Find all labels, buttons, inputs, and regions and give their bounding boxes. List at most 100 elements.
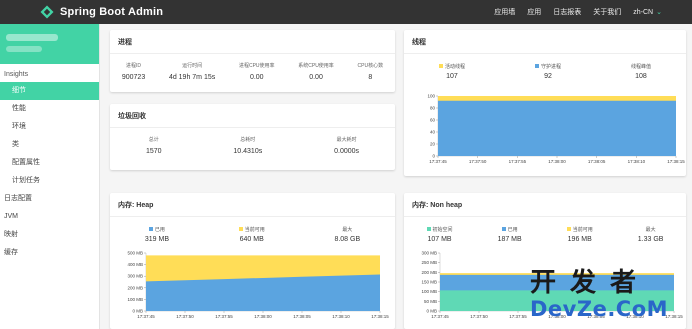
- legend-swatch: [426, 227, 431, 231]
- legend-live-threads: 活动线程 107: [438, 62, 465, 80]
- stat-label: 总计: [148, 137, 159, 143]
- blurred-app-id: [6, 46, 42, 52]
- x-tick-label: 17:38:00: [254, 314, 272, 319]
- threads-title: 线程: [404, 30, 686, 54]
- y-tick-label: 300 MB: [127, 274, 143, 279]
- x-tick-label: 17:37:45: [429, 159, 447, 164]
- nav-applications[interactable]: 应用: [527, 7, 541, 17]
- heap-title: 内存: Heap: [110, 193, 395, 217]
- sidebar-item-metrics[interactable]: 性能: [0, 100, 99, 118]
- legend-value: 107: [446, 73, 458, 80]
- legend-peak-threads: 线程峰值 108: [631, 62, 651, 81]
- legend-daemon-threads: 守护进程 92: [534, 62, 561, 80]
- y-tick-label: 0 MB: [426, 309, 437, 314]
- gc-card: 垃圾回收 总计 1570 总耗时 10.4310s 最大耗时 0.0000s: [110, 104, 395, 170]
- x-tick-label: 17:38:05: [293, 314, 311, 319]
- stat-gc-total-time: 总耗时 10.4310s: [233, 136, 262, 155]
- stat-pid: 进程ID 900723: [122, 62, 145, 81]
- y-tick-label: 0 MB: [132, 309, 143, 314]
- nonheap-title: 内存: Non heap: [404, 193, 686, 217]
- y-tick-label: 60: [430, 118, 436, 123]
- stat-system-cpu: 系统CPU使用率 0.00: [298, 62, 334, 81]
- stat-value: 0.00: [309, 74, 323, 81]
- legend-swatch: [438, 64, 443, 68]
- process-title: 进程: [110, 30, 395, 54]
- stat-value: 10.4310s: [233, 148, 263, 155]
- stat-value: 1570: [145, 148, 162, 155]
- legend-heap-committed: 当前可用 640 MB: [238, 225, 265, 243]
- x-tick-label: 17:37:55: [215, 314, 233, 319]
- sidebar-item-config-props[interactable]: 配置属性: [0, 154, 99, 172]
- sidebar-item-mappings[interactable]: 映射: [0, 226, 99, 244]
- x-tick-label: 17:37:50: [469, 159, 487, 164]
- app-title: Spring Boot Admin: [60, 6, 164, 18]
- y-tick-label: 200 MB: [421, 270, 437, 275]
- heap-card: 内存: Heap 已用 319 MB 当前可用 640 MB 最大 8.08 GB 0…: [110, 193, 395, 329]
- brand[interactable]: Spring Boot Admin: [40, 5, 163, 19]
- legend-label: 已用: [154, 226, 165, 233]
- sidebar-item-classes[interactable]: 类: [0, 136, 99, 154]
- nav-journal[interactable]: 日志报表: [553, 7, 581, 17]
- sidebar-item-details[interactable]: 细节: [0, 82, 99, 100]
- sidebar-item-loggers[interactable]: 日志配置: [0, 190, 99, 208]
- legend-nonheap-max: 最大 1.33 GB: [638, 225, 664, 244]
- threads-chart: 0 20 40 60 80 100 17:37:45 17:37:50 17:37:55 17:3…: [427, 94, 685, 165]
- x-tick-label: 17:38:00: [548, 159, 566, 164]
- threads-card: 线程 活动线程 107 守护进程 92 线程峰值 108 0 20 40 60 80 100 17…: [404, 30, 686, 176]
- stat-gc-max-time: 最大耗时 0.0000s: [334, 136, 359, 155]
- y-tick-label: 40: [430, 130, 436, 135]
- sidebar-section-insights[interactable]: Insights: [0, 67, 99, 82]
- legend-value: 108: [635, 73, 647, 80]
- x-tick-label: 17:37:45: [431, 314, 449, 319]
- sidebar-item-caches[interactable]: 缓存: [0, 244, 99, 262]
- x-tick-label: 17:38:15: [667, 159, 685, 164]
- legend-value: 319 MB: [144, 236, 169, 243]
- stat-label: 系统CPU使用率: [298, 63, 334, 69]
- top-bar: Spring Boot Admin 应用墙 应用 日志报表 关于我们 zh-CN…: [0, 0, 692, 24]
- watermark-en: DevZe.CoM: [530, 297, 669, 321]
- legend-label: 初始空间: [432, 226, 453, 233]
- legend-value: 187 MB: [497, 236, 522, 243]
- stat-process-cpu: 进程CPU使用率 0.00: [239, 62, 275, 81]
- stat-label: 总耗时: [240, 137, 256, 143]
- stat-value: 0.00: [249, 74, 264, 81]
- legend-heap-used: 已用 319 MB: [144, 225, 169, 244]
- stat-label: 进程ID: [126, 63, 142, 69]
- language-selector[interactable]: zh-CN ⌄: [633, 8, 662, 17]
- legend-swatch: [501, 227, 506, 231]
- nav-about[interactable]: 关于我们: [593, 7, 621, 17]
- legend-value: 92: [544, 73, 552, 80]
- legend-swatch: [238, 227, 243, 231]
- legend-swatch: [534, 64, 539, 68]
- nav-wallboard[interactable]: 应用墙: [494, 7, 515, 17]
- legend-label: 守护进程: [540, 63, 561, 70]
- blurred-app-name: [6, 34, 58, 41]
- stat-label: 运行时间: [182, 63, 203, 69]
- chevron-down-icon: ⌄: [656, 9, 662, 16]
- sidebar-item-jvm[interactable]: JVM: [0, 208, 99, 226]
- top-nav: 应用墙 应用 日志报表 关于我们 zh-CN ⌄: [482, 0, 662, 24]
- stat-uptime: 运行时间 4d 19h 7m 15s: [169, 62, 215, 81]
- legend-label: 当前可用: [244, 226, 265, 233]
- y-tick-label: 50 MB: [424, 299, 437, 304]
- legend-value: 107 MB: [427, 236, 452, 243]
- sidebar: Insights 细节 性能 环境 类 配置属性 计划任务 日志配置 JVM 映…: [0, 24, 100, 329]
- x-tick-label: 17:38:10: [332, 314, 350, 319]
- watermark-cn: 开发者: [530, 268, 651, 298]
- legend-nonheap-used: 已用 187 MB: [497, 225, 522, 244]
- legend-label: 已用: [507, 226, 518, 233]
- legend-label: 活动线程: [444, 63, 465, 70]
- y-tick-label: 500 MB: [127, 251, 143, 256]
- x-tick-label: 17:38:15: [371, 314, 389, 319]
- legend-swatch: [148, 227, 153, 231]
- sidebar-item-environment[interactable]: 环境: [0, 118, 99, 136]
- y-tick-label: 0: [432, 154, 435, 159]
- y-tick-label: 80: [430, 106, 436, 111]
- stat-label: CPU核心数: [357, 63, 384, 69]
- application-banner: [0, 24, 99, 64]
- sidebar-item-scheduled-tasks[interactable]: 计划任务: [0, 172, 99, 190]
- gc-title: 垃圾回收: [110, 104, 395, 128]
- legend-label: 最大: [342, 226, 353, 233]
- x-tick-label: 17:37:55: [509, 314, 527, 319]
- legend-value: 8.08 GB: [334, 236, 361, 243]
